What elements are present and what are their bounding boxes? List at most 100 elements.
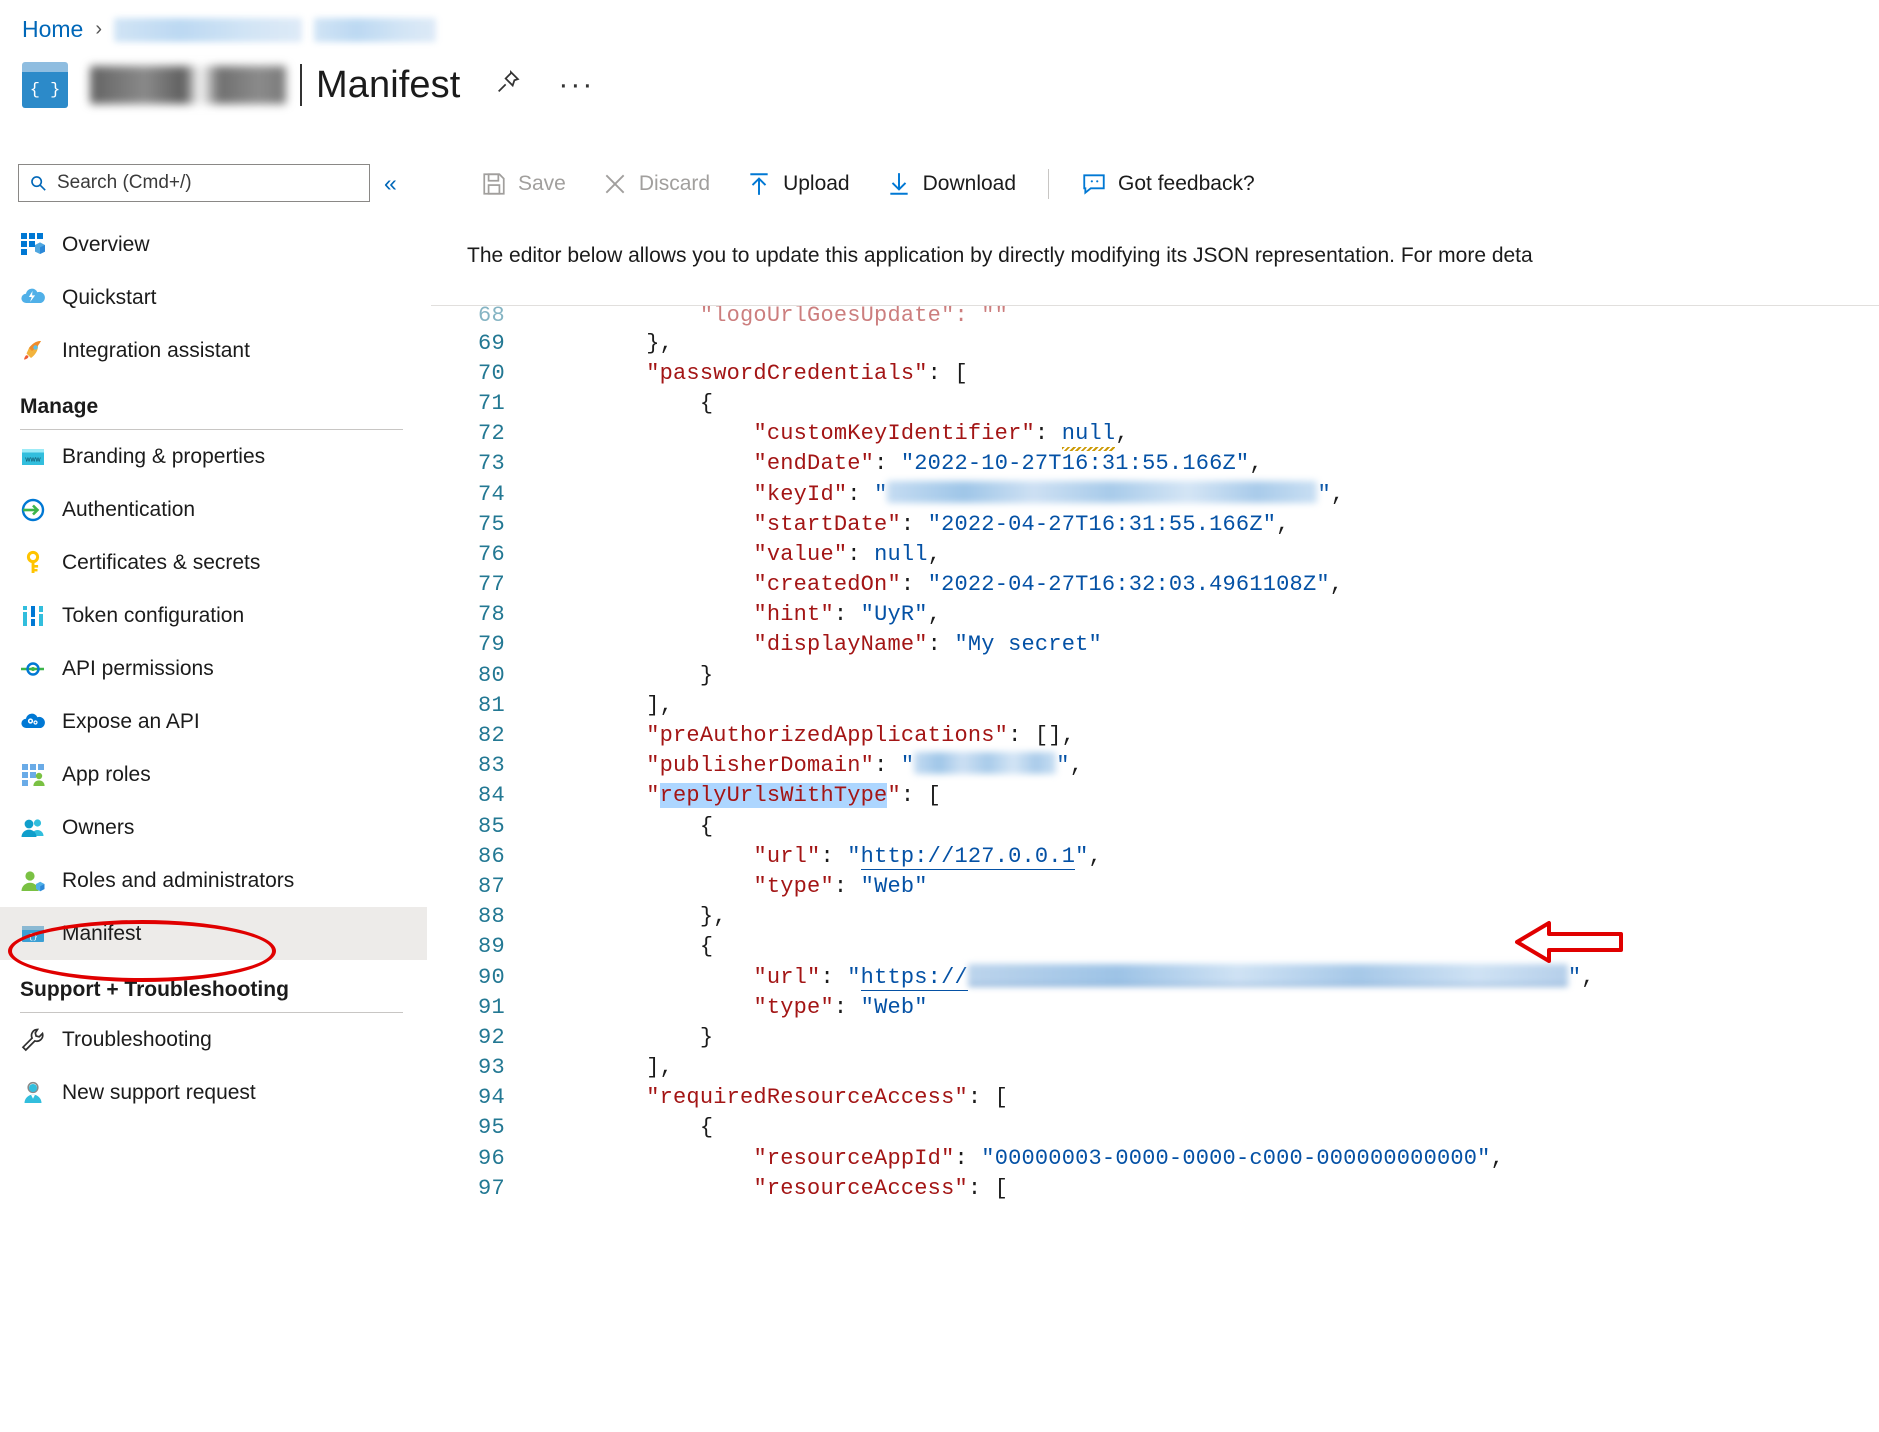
editor-line[interactable]: 86 "url": "http://127.0.0.1", xyxy=(431,841,1879,871)
line-code[interactable]: "keyId": "", xyxy=(527,482,1879,507)
line-code[interactable]: "url": "http://127.0.0.1", xyxy=(527,844,1879,869)
editor-line[interactable]: 85 { xyxy=(431,811,1879,841)
editor-line[interactable]: 69 }, xyxy=(431,328,1879,358)
editor-line[interactable]: 84 "replyUrlsWithType": [ xyxy=(431,781,1879,811)
line-number: 93 xyxy=(431,1055,527,1080)
sidebar-item-token-configuration[interactable]: Token configuration xyxy=(0,589,427,642)
sidebar-item-integration-assistant[interactable]: Integration assistant xyxy=(0,324,427,377)
sidebar-item-app-roles[interactable]: App roles xyxy=(0,748,427,801)
editor-line[interactable]: 94 "requiredResourceAccess": [ xyxy=(431,1083,1879,1113)
editor-line[interactable]: 88 }, xyxy=(431,902,1879,932)
sidebar-item-new-support-request[interactable]: New support request xyxy=(0,1066,427,1119)
line-code[interactable]: "hint": "UyR", xyxy=(527,602,1879,627)
sidebar-item-roles-and-administrators[interactable]: Roles and administrators xyxy=(0,854,427,907)
save-button[interactable]: Save xyxy=(463,162,584,206)
editor-line[interactable]: 81 ], xyxy=(431,690,1879,720)
sidebar-item-quickstart[interactable]: Quickstart xyxy=(0,271,427,324)
editor-line[interactable]: 78 "hint": "UyR", xyxy=(431,600,1879,630)
line-code[interactable]: "startDate": "2022-04-27T16:31:55.166Z", xyxy=(527,512,1879,537)
line-code[interactable]: "logoUrlGoesUpdate": "" xyxy=(527,306,1879,328)
editor-line[interactable]: 75 "startDate": "2022-04-27T16:31:55.166… xyxy=(431,509,1879,539)
line-code[interactable]: "url": "https://", xyxy=(527,965,1879,990)
line-code[interactable]: { xyxy=(527,814,1879,839)
line-code[interactable]: { xyxy=(527,391,1879,416)
editor-line[interactable]: 89 { xyxy=(431,932,1879,962)
json-punctuation: , xyxy=(1089,844,1102,869)
line-code[interactable]: "type": "Web" xyxy=(527,874,1879,899)
search-input[interactable] xyxy=(57,172,359,194)
sidebar-item-owners[interactable]: Owners xyxy=(0,801,427,854)
search-box[interactable] xyxy=(18,164,370,202)
got-feedback-button[interactable]: Got feedback? xyxy=(1063,162,1273,206)
editor-line[interactable]: 92 } xyxy=(431,1022,1879,1052)
line-code[interactable]: "createdOn": "2022-04-27T16:32:03.496110… xyxy=(527,572,1879,597)
line-code[interactable]: "requiredResourceAccess": [ xyxy=(527,1085,1879,1110)
line-code[interactable]: "type": "Web" xyxy=(527,995,1879,1020)
chevron-double-left-icon[interactable]: « xyxy=(384,170,397,197)
line-code[interactable]: } xyxy=(527,1025,1879,1050)
editor-line[interactable]: 91 "type": "Web" xyxy=(431,992,1879,1022)
editor-line[interactable]: 93 ], xyxy=(431,1053,1879,1083)
breadcrumb-redacted-segment-1[interactable] xyxy=(114,18,302,42)
more-options-icon[interactable]: ··· xyxy=(558,76,594,94)
editor-line[interactable]: 76 "value": null, xyxy=(431,539,1879,569)
line-code[interactable]: "publisherDomain": "", xyxy=(527,753,1879,778)
json-key: "publisherDomain" xyxy=(646,753,874,778)
editor-line[interactable]: 72 "customKeyIdentifier": null, xyxy=(431,419,1879,449)
editor-line[interactable]: 79 "displayName": "My secret" xyxy=(431,630,1879,660)
editor-line[interactable]: 70 "passwordCredentials": [ xyxy=(431,358,1879,388)
json-string: " xyxy=(901,753,914,778)
json-punctuation xyxy=(539,753,646,778)
editor-line[interactable]: 68 "logoUrlGoesUpdate": "" xyxy=(431,306,1879,328)
editor-line[interactable]: 74 "keyId": "", xyxy=(431,479,1879,509)
discard-button[interactable]: Discard xyxy=(584,162,728,206)
line-code[interactable]: "resourceAccess": [ xyxy=(527,1176,1879,1201)
editor-line[interactable]: 95 { xyxy=(431,1113,1879,1143)
line-code[interactable]: "passwordCredentials": [ xyxy=(527,361,1879,386)
editor-line[interactable]: 96 "resourceAppId": "00000003-0000-0000-… xyxy=(431,1143,1879,1173)
sidebar-item-branding-properties[interactable]: www Branding & properties xyxy=(0,430,427,483)
url-link[interactable]: https:// xyxy=(861,965,968,991)
editor-line[interactable]: 77 "createdOn": "2022-04-27T16:32:03.496… xyxy=(431,570,1879,600)
json-string: " xyxy=(847,965,860,990)
line-code[interactable]: "endDate": "2022-10-27T16:31:55.166Z", xyxy=(527,451,1879,476)
sidebar-item-authentication[interactable]: Authentication xyxy=(0,483,427,536)
url-link[interactable]: http://127.0.0.1 xyxy=(861,844,1075,870)
line-code[interactable]: "resourceAppId": "00000003-0000-0000-c00… xyxy=(527,1146,1879,1171)
editor-line[interactable]: 97 "resourceAccess": [ xyxy=(431,1173,1879,1203)
line-code[interactable]: } xyxy=(527,663,1879,688)
download-button[interactable]: Download xyxy=(868,162,1034,206)
line-code[interactable]: ], xyxy=(527,1055,1879,1080)
json-editor[interactable]: 68 "logoUrlGoesUpdate": ""69 },70 "passw… xyxy=(431,305,1879,1432)
editor-line[interactable]: 87 "type": "Web" xyxy=(431,871,1879,901)
sidebar-item-manifest[interactable]: {} Manifest xyxy=(0,907,427,960)
line-code[interactable]: "replyUrlsWithType": [ xyxy=(527,783,1879,808)
editor-line[interactable]: 73 "endDate": "2022-10-27T16:31:55.166Z"… xyxy=(431,449,1879,479)
sidebar-item-overview[interactable]: Overview xyxy=(0,218,427,271)
editor-line[interactable]: 71 { xyxy=(431,388,1879,418)
line-code[interactable]: "preAuthorizedApplications": [], xyxy=(527,723,1879,748)
line-code[interactable]: "customKeyIdentifier": null, xyxy=(527,421,1879,446)
sidebar-item-troubleshooting[interactable]: Troubleshooting xyxy=(0,1013,427,1066)
editor-line[interactable]: 83 "publisherDomain": "", xyxy=(431,751,1879,781)
sidebar-item-api-permissions[interactable]: API permissions xyxy=(0,642,427,695)
editor-line[interactable]: 90 "url": "https://", xyxy=(431,962,1879,992)
sidebar-item-certificates-secrets[interactable]: Certificates & secrets xyxy=(0,536,427,589)
sidebar-item-expose-an-api[interactable]: Expose an API xyxy=(0,695,427,748)
line-code[interactable]: ], xyxy=(527,693,1879,718)
line-code[interactable]: }, xyxy=(527,904,1879,929)
line-code[interactable]: { xyxy=(527,1115,1879,1140)
breadcrumb-redacted-segment-2[interactable] xyxy=(314,18,436,42)
line-code[interactable]: "displayName": "My secret" xyxy=(527,632,1879,657)
line-code[interactable]: }, xyxy=(527,331,1879,356)
line-code[interactable]: { xyxy=(527,934,1879,959)
sidebar-item-label: Quickstart xyxy=(62,286,157,310)
selected-token-replyurlswithtype[interactable]: replyUrlsWithType xyxy=(660,783,888,808)
upload-button[interactable]: Upload xyxy=(728,162,868,206)
pin-icon[interactable] xyxy=(494,68,522,103)
line-code[interactable]: "value": null, xyxy=(527,542,1879,567)
breadcrumb-home-link[interactable]: Home xyxy=(22,16,83,43)
editor-line[interactable]: 80 } xyxy=(431,660,1879,690)
editor-line[interactable]: 82 "preAuthorizedApplications": [], xyxy=(431,720,1879,750)
json-punctuation: : xyxy=(901,512,928,537)
